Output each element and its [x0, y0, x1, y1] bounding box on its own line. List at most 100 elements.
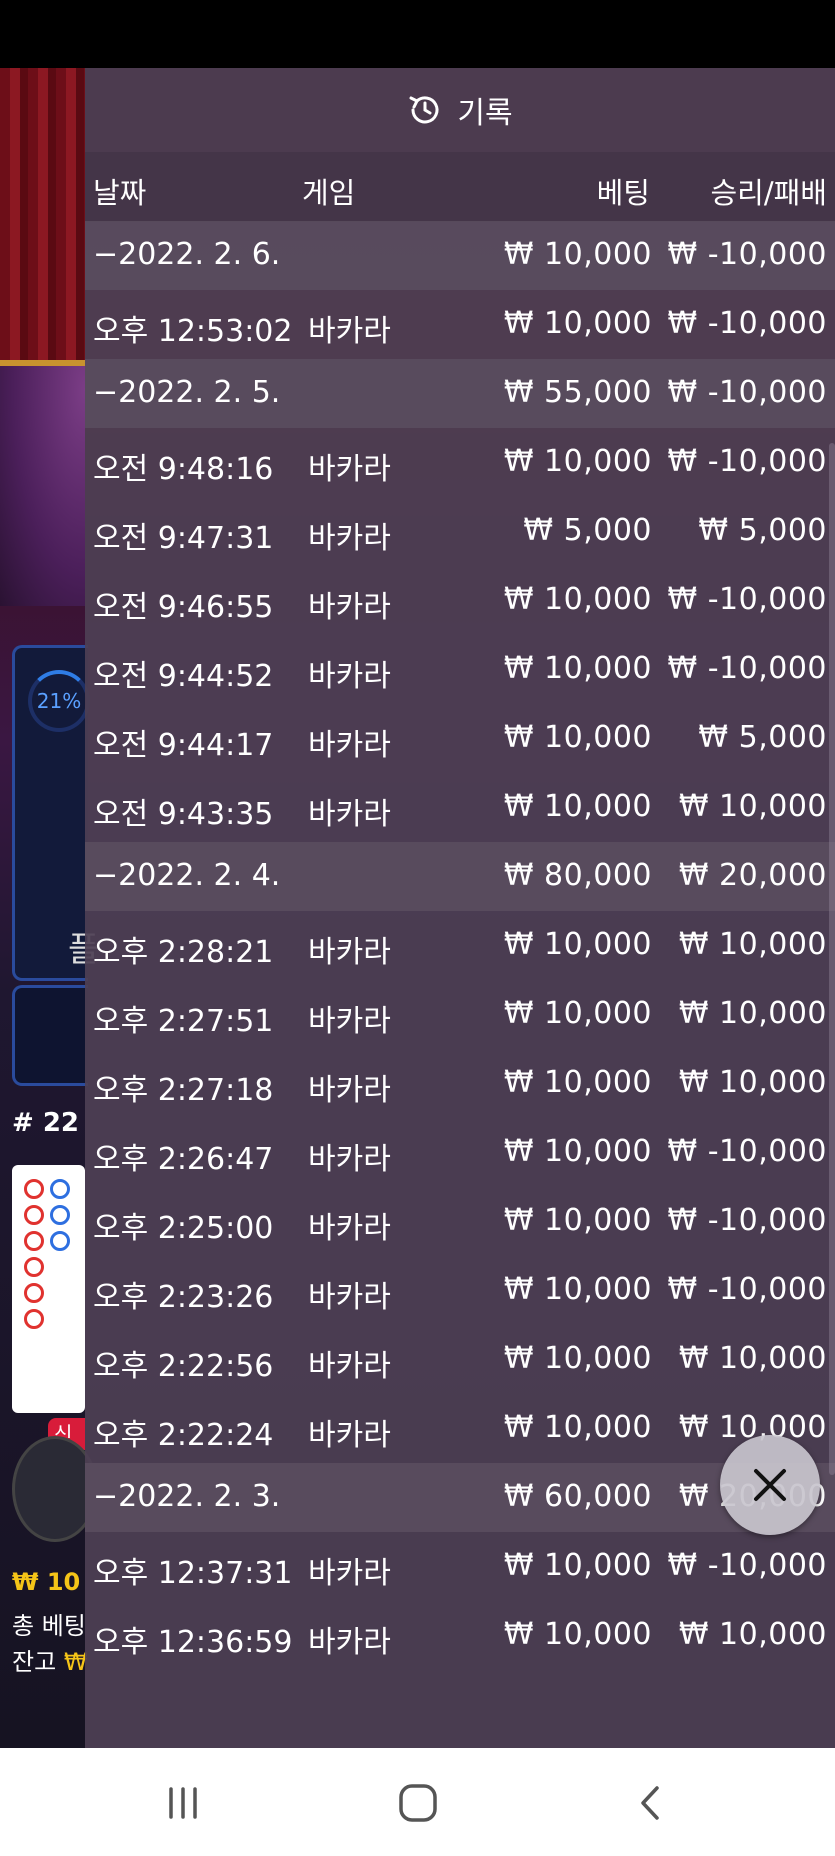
row-game: 바카라	[308, 1211, 391, 1246]
column-bet: 베팅	[596, 176, 650, 210]
row-date: 오후 2:22:24	[93, 1418, 274, 1453]
column-game: 게임	[302, 176, 356, 210]
row-bet: ₩ 10,000	[503, 1341, 652, 1376]
row-date: −2022. 2. 5.	[93, 375, 281, 410]
row-game: 바카라	[308, 1004, 391, 1039]
history-row[interactable]: 오후 2:26:47 바카라 ₩ 10,000 ₩ -10,000	[85, 1118, 835, 1187]
row-win-loss: ₩ 5,000	[698, 513, 827, 548]
recents-button[interactable]	[153, 1778, 213, 1828]
row-game: 바카라	[308, 1142, 391, 1177]
date-group-row[interactable]: −2022. 2. 4. ₩ 80,000 ₩ 20,000	[85, 842, 835, 911]
history-row[interactable]: 오후 2:23:26 바카라 ₩ 10,000 ₩ -10,000	[85, 1256, 835, 1325]
row-bet: ₩ 10,000	[503, 651, 652, 686]
row-win-loss: ₩ 10,000	[678, 927, 827, 962]
history-row[interactable]: 오후 2:22:56 바카라 ₩ 10,000 ₩ 10,000	[85, 1325, 835, 1394]
column-headers: 날짜 게임 베팅 승리/패배	[85, 152, 835, 222]
history-row[interactable]: 오후 2:22:24 바카라 ₩ 10,000 ₩ 10,000	[85, 1394, 835, 1463]
history-row[interactable]: 오후 12:36:59 바카라 ₩ 10,000 ₩ 10,000	[85, 1601, 835, 1670]
row-bet: ₩ 10,000	[503, 720, 652, 755]
row-win-loss: ₩ -10,000	[667, 306, 827, 341]
row-game: 바카라	[308, 314, 391, 349]
row-win-loss: ₩ -10,000	[667, 375, 827, 410]
row-win-loss: ₩ 10,000	[678, 996, 827, 1031]
row-bet: ₩ 10,000	[503, 1272, 652, 1307]
navigation-bar	[0, 1748, 835, 1856]
row-game: 바카라	[308, 1349, 391, 1384]
recents-icon	[169, 1787, 197, 1819]
status-bar	[0, 0, 835, 68]
row-game: 바카라	[308, 935, 391, 970]
row-win-loss: ₩ 10,000	[678, 1617, 827, 1652]
row-date: 오전 9:44:17	[93, 728, 274, 763]
history-row[interactable]: 오후 2:27:18 바카라 ₩ 10,000 ₩ 10,000	[85, 1049, 835, 1118]
row-game: 바카라	[308, 590, 391, 625]
history-row[interactable]: 오후 12:53:02 바카라 ₩ 10,000 ₩ -10,000	[85, 290, 835, 359]
row-game: 바카라	[308, 1625, 391, 1660]
history-row[interactable]: 오후 12:37:31 바카라 ₩ 10,000 ₩ -10,000	[85, 1532, 835, 1601]
total-bet-label: 총 베팅	[12, 1612, 86, 1640]
back-icon	[641, 1786, 659, 1820]
row-game: 바카라	[308, 1280, 391, 1315]
row-date: 오후 2:22:56	[93, 1349, 274, 1384]
history-row[interactable]: 오전 9:47:31 바카라 ₩ 5,000 ₩ 5,000	[85, 497, 835, 566]
scrollbar[interactable]	[829, 443, 835, 1475]
history-icon	[407, 92, 443, 128]
row-bet: ₩ 10,000	[503, 1203, 652, 1238]
row-game: 바카라	[308, 728, 391, 763]
panel-title: 기록	[457, 96, 513, 131]
history-row[interactable]: 오전 9:48:16 바카라 ₩ 10,000 ₩ -10,000	[85, 428, 835, 497]
close-button[interactable]	[720, 1435, 820, 1535]
row-date: 오후 2:23:26	[93, 1280, 274, 1315]
bead-road	[12, 1165, 85, 1413]
row-win-loss: ₩ 20,000	[678, 858, 827, 893]
history-row[interactable]: 오후 2:28:21 바카라 ₩ 10,000 ₩ 10,000	[85, 911, 835, 980]
history-row[interactable]: 오전 9:46:55 바카라 ₩ 10,000 ₩ -10,000	[85, 566, 835, 635]
row-date: −2022. 2. 3.	[93, 1479, 281, 1514]
date-group-row[interactable]: −2022. 2. 5. ₩ 55,000 ₩ -10,000	[85, 359, 835, 428]
back-button[interactable]	[620, 1778, 680, 1828]
row-win-loss: ₩ -10,000	[667, 237, 827, 272]
row-bet: ₩ 60,000	[503, 1479, 652, 1514]
row-game: 바카라	[308, 1556, 391, 1591]
balance-label: 잔고 ₩	[12, 1642, 88, 1677]
row-date: 오후 2:27:18	[93, 1073, 274, 1108]
row-bet: ₩ 10,000	[503, 1065, 652, 1100]
column-win-loss: 승리/패배	[710, 176, 828, 210]
home-button[interactable]	[388, 1778, 448, 1828]
row-win-loss: ₩ -10,000	[667, 1134, 827, 1169]
progress-ring: 21%	[28, 670, 90, 732]
row-win-loss: ₩ 5,000	[698, 720, 827, 755]
row-date: 오전 9:46:55	[93, 590, 274, 625]
row-win-loss: ₩ -10,000	[667, 1203, 827, 1238]
row-win-loss: ₩ -10,000	[667, 582, 827, 617]
history-row[interactable]: 오전 9:43:35 바카라 ₩ 10,000 ₩ 10,000	[85, 773, 835, 842]
row-win-loss: ₩ 10,000	[678, 1065, 827, 1100]
history-row[interactable]: 오후 2:27:51 바카라 ₩ 10,000 ₩ 10,000	[85, 980, 835, 1049]
history-row[interactable]: 오전 9:44:52 바카라 ₩ 10,000 ₩ -10,000	[85, 635, 835, 704]
row-game: 바카라	[308, 521, 391, 556]
row-bet: ₩ 10,000	[503, 996, 652, 1031]
side-button[interactable]	[12, 985, 88, 1086]
row-bet: ₩ 10,000	[503, 237, 652, 272]
row-bet: ₩ 10,000	[503, 1548, 652, 1583]
round-number: # 22	[12, 1108, 80, 1138]
row-game: 바카라	[308, 1418, 391, 1453]
row-date: 오후 2:26:47	[93, 1142, 274, 1177]
row-date: 오전 9:43:35	[93, 797, 274, 832]
row-bet: ₩ 10,000	[503, 306, 652, 341]
row-bet: ₩ 80,000	[503, 858, 652, 893]
row-bet: ₩ 55,000	[503, 375, 652, 410]
balance-value: ₩	[63, 1648, 88, 1676]
row-win-loss: ₩ 10,000	[678, 789, 827, 824]
row-date: 오후 2:25:00	[93, 1211, 274, 1246]
row-bet: ₩ 10,000	[503, 927, 652, 962]
row-win-loss: ₩ -10,000	[667, 651, 827, 686]
history-list[interactable]: −2022. 2. 6. ₩ 10,000 ₩ -10,000 오후 12:53:02…	[85, 221, 835, 1670]
history-row[interactable]: 오전 9:44:17 바카라 ₩ 10,000 ₩ 5,000	[85, 704, 835, 773]
date-group-row[interactable]: −2022. 2. 6. ₩ 10,000 ₩ -10,000	[85, 221, 835, 290]
row-date: 오후 12:36:59	[93, 1625, 293, 1660]
row-bet: ₩ 5,000	[523, 513, 652, 548]
history-row[interactable]: 오후 2:25:00 바카라 ₩ 10,000 ₩ -10,000	[85, 1187, 835, 1256]
row-bet: ₩ 10,000	[503, 444, 652, 479]
balance-label-text: 잔고	[12, 1648, 57, 1676]
